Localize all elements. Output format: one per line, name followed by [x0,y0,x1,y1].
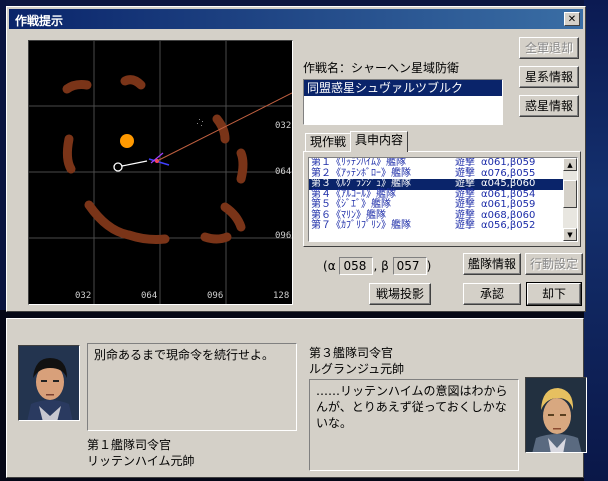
map-projection-button[interactable]: 戦場投影 [369,283,431,305]
tab-current-operation[interactable]: 現作戦 [305,133,352,152]
fleet-name: 第３《ﾙｸﾞﾗﾝｼﾞｭ》艦隊 [311,178,411,189]
commander-1-portrait [18,345,80,421]
beta-symbol: β [381,259,389,273]
commander-3-portrait [525,377,587,453]
alpha-symbol: α [327,259,336,273]
commander-1-title: 第１艦隊司令官 [87,438,172,452]
fleet-target: α061,β059 [481,157,536,168]
fleet-info-button[interactable]: 艦隊情報 [463,253,521,275]
x-tick-label: 032 [75,291,92,301]
y-tick-label: 096 [275,231,292,241]
action-settings-button[interactable]: 行動設定 [525,253,583,275]
proposal-panel: 第１《ﾘｯﾃﾝﾊｲﾑ》艦隊 遊撃 α061,β059 第２《ｱｯﾃﾝﾎﾞﾛｰ》艦隊 遊撃… [303,151,581,247]
commander-3-title: 第３艦隊司令官 [309,346,394,360]
fleet-list-item[interactable]: 第７《ｶﾌﾞﾘﾌﾟﾘﾝ》艦隊 遊撃 α056,β052 [309,220,563,232]
planet-list[interactable]: 同盟惑星シュヴァルツブルク [303,79,503,125]
scroll-thumb[interactable] [563,180,577,208]
coordinate-readout: (α 058, β 057) [323,257,432,275]
scroll-up-icon[interactable]: ▲ [563,158,577,171]
avatar [19,346,79,420]
fleet-list-item[interactable]: 第５《ｼﾞｴﾞ》艦隊 遊撃 α061,β059 [309,199,563,211]
fleet-marker-icon[interactable] [113,162,123,172]
game-background-right [584,0,608,481]
fleet-action: 遊撃 [455,199,475,210]
close-icon[interactable]: ✕ [564,12,580,26]
fleet-name: 第１《ﾘｯﾃﾝﾊｲﾑ》艦隊 [311,157,406,168]
fleet-cluster-icon[interactable] [148,152,170,166]
fleet-target: α061,β059 [481,199,536,210]
scroll-down-icon[interactable]: ▼ [563,228,577,241]
dialog-title: 作戦提示 [15,14,64,28]
operation-dialog: 作戦提示 ✕ 032 064 096 032 064 096 128 作戦名：シ… [6,6,586,312]
approve-button[interactable]: 承認 [463,283,521,305]
commander-3-message: ……リッテンハイムの意図はわからんが、とりあえず従っておくしかないな。 [309,379,519,471]
commander-1-name: リッテンハイム元帥 [87,454,195,468]
y-tick-label: 064 [275,167,292,177]
fleet-action: 遊撃 [455,178,475,189]
beta-value: 057 [392,257,427,275]
dialog-titlebar[interactable]: 作戦提示 ✕ [9,9,583,29]
fleet-list-item[interactable]: 第３《ﾙｸﾞﾗﾝｼﾞｭ》艦隊 遊撃 α045,β060 [309,178,563,190]
x-tick-label: 064 [141,291,158,301]
fleet-action: 遊撃 [455,157,475,168]
ship-dots-icon [197,119,203,126]
direction-line [156,92,292,162]
planet-list-item[interactable]: 同盟惑星シュヴァルツブルク [304,80,502,96]
star-icon[interactable] [120,134,134,148]
map-canvas [29,41,292,304]
fleet-action: 遊撃 [455,220,475,231]
commander-3-name: ルグランジュ元帥 [309,362,405,376]
operation-name: 作戦名：シャーヘン星域防衛 [303,59,459,76]
system-info-button[interactable]: 星系情報 [519,66,579,88]
operation-value: シャーヘン星域防衛 [351,61,460,75]
fleet-list-item[interactable]: 第１《ﾘｯﾃﾝﾊｲﾑ》艦隊 遊撃 α061,β059 [309,158,563,169]
tactical-map[interactable]: 032 064 096 032 064 096 128 [28,40,293,305]
avatar [526,378,586,452]
fleet-target: α045,β060 [481,178,536,189]
fleet-list[interactable]: 第１《ﾘｯﾃﾝﾊｲﾑ》艦隊 遊撃 α061,β059 第２《ｱｯﾃﾝﾎﾞﾛｰ》艦隊 遊撃… [308,157,578,242]
alpha-value: 058 [339,257,374,275]
y-tick-label: 032 [275,121,292,131]
x-tick-label: 096 [207,291,224,301]
fleet-path [121,160,148,167]
fleet-list-scrollbar[interactable]: ▲ ▼ [563,158,577,241]
planet-info-button[interactable]: 惑星情報 [519,95,579,117]
fleet-name: 第５《ｼﾞｴﾞ》艦隊 [311,199,391,210]
tab-proposal[interactable]: 具申内容 [350,131,409,152]
fleet-name: 第７《ｶﾌﾞﾘﾌﾟﾘﾝ》艦隊 [311,220,411,231]
reject-button[interactable]: 却下 [526,282,582,306]
fleet-target: α056,β052 [481,220,536,231]
commander-1-message: 別命あるまで現命令を続行せよ。 [87,343,297,431]
message-panel: 別命あるまで現命令を続行せよ。 第１艦隊司令官 リッテンハイム元帥 第３艦隊司令… [6,318,587,478]
all-retreat-button[interactable]: 全軍退却 [519,37,579,59]
operation-label: 作戦名： [303,61,352,75]
x-tick-label: 128 [273,291,290,301]
